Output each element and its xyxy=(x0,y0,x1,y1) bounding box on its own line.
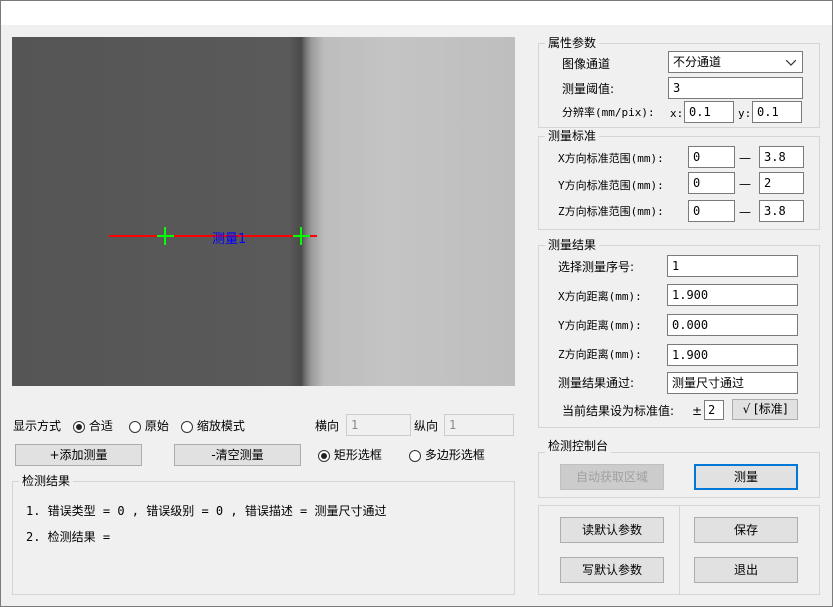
select-index-input[interactable]: 1 xyxy=(667,255,798,277)
radio-rect-label: 矩形选框 xyxy=(333,448,382,462)
image-canvas[interactable]: 测量1 xyxy=(12,37,515,386)
z-range-min-input[interactable]: 0 xyxy=(688,200,735,222)
threshold-label: 测量阈值: xyxy=(562,82,615,96)
channel-select[interactable]: 不分通道 xyxy=(668,51,803,73)
x-range-min-input[interactable]: 0 xyxy=(688,146,735,168)
z-distance-label: Z方向距离(mm): xyxy=(558,348,642,361)
vertical-label: 纵向 xyxy=(414,419,439,433)
radio-original[interactable]: 原始 xyxy=(129,418,169,434)
start-cross-icon[interactable] xyxy=(157,227,174,245)
measure-result-title: 测量结果 xyxy=(545,238,600,252)
x-range-label: X方向标准范围(mm): xyxy=(558,152,664,165)
y-range-max-input[interactable]: 2 xyxy=(759,172,804,194)
horizontal-input[interactable]: 1 xyxy=(346,414,411,436)
read-default-button[interactable]: 读默认参数 xyxy=(560,517,664,543)
y-range-dash: — xyxy=(739,177,751,191)
radio-zoom-indicator[interactable] xyxy=(181,420,193,433)
z-range-dash: — xyxy=(739,205,751,219)
measure-overlay xyxy=(109,227,317,245)
radio-polygon-select[interactable]: 多边形选框 xyxy=(409,447,485,463)
tolerance-input[interactable]: 2 xyxy=(704,400,724,420)
end-cross-icon[interactable] xyxy=(293,227,310,245)
vertical-input[interactable]: 1 xyxy=(444,414,514,436)
select-index-label: 选择测量序号: xyxy=(558,260,635,274)
set-standard-button[interactable]: √ [标准] xyxy=(732,399,798,420)
resolution-x-input[interactable]: 0.1 xyxy=(684,101,734,123)
channel-label: 图像通道 xyxy=(562,57,611,71)
radio-polygon-indicator[interactable] xyxy=(409,449,421,462)
result-line-1: 1. 错误类型 = 0 , 错误级别 = 0 , 错误描述 = 测量尺寸通过 xyxy=(26,504,387,518)
measure-label: 测量1 xyxy=(212,232,247,247)
exit-button[interactable]: 退出 xyxy=(694,557,798,583)
radio-zoom[interactable]: 缩放模式 xyxy=(181,418,245,434)
results-title: 检测结果 xyxy=(19,474,74,488)
props-title: 属性参数 xyxy=(545,36,600,50)
radio-rect-indicator[interactable] xyxy=(318,449,330,462)
measure-button[interactable]: 测量 xyxy=(694,464,798,490)
display-mode-label: 显示方式 xyxy=(13,419,62,433)
pass-input[interactable]: 测量尺寸通过 xyxy=(667,372,798,394)
y-range-min-input[interactable]: 0 xyxy=(688,172,735,194)
result-line-2: 2. 检测结果 = xyxy=(26,530,111,544)
plus-minus-label: ± xyxy=(692,404,703,418)
radio-rect-select[interactable]: 矩形选框 xyxy=(318,447,382,463)
z-range-max-input[interactable]: 3.8 xyxy=(759,200,804,222)
x-range-dash: — xyxy=(739,151,751,165)
channel-select-value: 不分通道 xyxy=(673,55,722,69)
control-title: 检测控制台 xyxy=(545,439,612,453)
y-range-label: Y方向标准范围(mm): xyxy=(558,179,664,192)
add-measure-button[interactable]: +添加测量 xyxy=(15,444,142,466)
y-distance-label: Y方向距离(mm): xyxy=(558,319,642,332)
standard-title: 测量标准 xyxy=(545,129,600,143)
radio-original-label: 原始 xyxy=(144,419,169,433)
radio-fit-indicator[interactable] xyxy=(73,420,85,433)
write-default-button[interactable]: 写默认参数 xyxy=(560,557,664,583)
chevron-down-icon[interactable] xyxy=(786,60,796,66)
threshold-input[interactable]: 3 xyxy=(668,77,803,99)
z-range-label: Z方向标准范围(mm): xyxy=(558,205,664,218)
x-range-max-input[interactable]: 3.8 xyxy=(759,146,804,168)
radio-zoom-label: 缩放模式 xyxy=(196,419,245,433)
x-distance-label: X方向距离(mm): xyxy=(558,290,642,303)
resolution-x-label: x: xyxy=(670,107,684,120)
radio-fit-label: 合适 xyxy=(88,419,113,433)
resolution-y-label: y: xyxy=(738,107,752,120)
radio-fit[interactable]: 合适 xyxy=(73,418,113,434)
auto-region-button[interactable]: 自动获取区域 xyxy=(560,464,664,490)
x-distance-input[interactable]: 1.900 xyxy=(667,284,798,306)
radio-original-indicator[interactable] xyxy=(129,420,141,433)
clear-measure-button[interactable]: -清空测量 xyxy=(174,444,301,466)
z-distance-input[interactable]: 1.900 xyxy=(667,344,798,366)
resolution-label: 分辨率(mm/pix): xyxy=(562,106,655,119)
title-bar xyxy=(1,1,832,25)
pass-label: 测量结果通过: xyxy=(558,376,635,390)
radio-polygon-label: 多边形选框 xyxy=(424,448,485,462)
y-distance-input[interactable]: 0.000 xyxy=(667,314,798,336)
horizontal-label: 横向 xyxy=(315,419,340,433)
save-button[interactable]: 保存 xyxy=(694,517,798,543)
resolution-y-input[interactable]: 0.1 xyxy=(752,101,802,123)
set-standard-label: 当前结果设为标准值: xyxy=(562,404,675,418)
footer-divider xyxy=(679,506,680,594)
